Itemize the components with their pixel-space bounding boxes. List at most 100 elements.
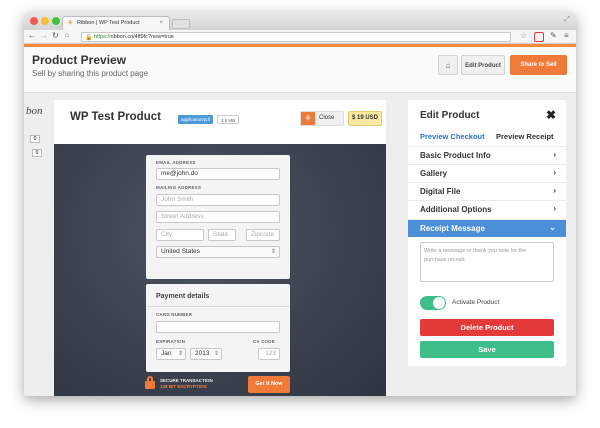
close-icon[interactable]: ✖ <box>546 108 556 122</box>
street-field[interactable]: Street Address <box>156 211 280 223</box>
edit-product-button[interactable]: Edit Product <box>461 55 505 75</box>
toggle-knob <box>433 297 445 309</box>
chevron-right-icon: › <box>553 186 556 195</box>
contact-form: EMAIL ADDRESS me@john.do MAILING ADDRESS… <box>146 155 290 279</box>
secure-line1: SECURE TRANSACTION <box>160 378 213 383</box>
city-field[interactable]: City <box>156 229 204 241</box>
sidebar-item-label: Gallery <box>420 169 448 178</box>
sidebar-item-label: Additional Options <box>420 205 492 214</box>
card-number-label: CARD NUMBER <box>156 312 193 317</box>
page-subtitle: Sell by sharing this product page <box>32 69 149 78</box>
tab-close-icon[interactable]: × <box>159 20 163 26</box>
lock-icon: 🔒 <box>85 35 93 41</box>
country-select[interactable]: United States ⇕ <box>156 246 280 258</box>
share-to-sell-button[interactable]: Share to Sell <box>510 55 567 75</box>
product-title: WP Test Product <box>70 111 161 123</box>
receipt-message-input[interactable]: Write a message or thank you note for th… <box>420 242 554 282</box>
close-product-button[interactable]: ⚘ Close <box>300 111 344 126</box>
cvc-field[interactable]: 123 <box>258 348 280 360</box>
tab-title: Ribbon | WP Test Product <box>77 20 140 26</box>
product-preview-card: WP Test Product application/pdf 3.5 MB ⚘… <box>54 100 386 396</box>
exp-month-select[interactable]: Jan ⇕ <box>156 348 186 360</box>
save-button[interactable]: Save <box>420 341 554 358</box>
get-it-now-button[interactable]: Get It Now <box>248 376 290 393</box>
home-icon: ⌂ <box>445 61 451 70</box>
chevron-down-icon: ⌄ <box>549 223 556 232</box>
left-panel: bon 0 0 <box>24 93 54 396</box>
state-field[interactable]: State <box>208 229 236 241</box>
select-arrows-icon: ⇕ <box>270 249 276 255</box>
url-path: ribbon.co/4ff9fc?new=true <box>110 34 174 40</box>
file-size-badge: 3.5 MB <box>217 115 240 124</box>
price-tag: $ 19 USD <box>348 111 382 126</box>
forward-icon[interactable]: → <box>40 31 48 40</box>
activate-product-label: Activate Product <box>452 299 500 306</box>
exp-month-value: Jan <box>161 350 172 357</box>
count-badge: 0 <box>30 135 40 143</box>
sidebar-item-label: Digital File <box>420 187 461 196</box>
padlock-icon <box>145 376 155 389</box>
sidebar-item-label: Receipt Message <box>420 224 485 233</box>
card-number-field[interactable] <box>156 321 280 333</box>
menu-icon[interactable]: ≡ <box>564 31 569 40</box>
extension-icon[interactable] <box>534 32 544 42</box>
close-window-button[interactable] <box>30 17 38 25</box>
file-type-badge: application/pdf <box>178 115 214 124</box>
home-button[interactable]: ⌂ <box>438 55 458 75</box>
new-tab-button[interactable] <box>172 19 190 29</box>
minimize-window-button[interactable] <box>41 17 49 25</box>
home-nav-icon[interactable]: ⌂ <box>65 32 69 39</box>
fullscreen-icon[interactable]: ⤢ <box>564 16 570 24</box>
exp-year-value: 2013 <box>195 350 210 357</box>
product-header: WP Test Product application/pdf 3.5 MB ⚘… <box>54 100 386 144</box>
secure-transaction-text: SECURE TRANSACTION 128 BIT ENCRYPTION <box>160 378 213 389</box>
name-field[interactable]: John Smith <box>156 194 280 206</box>
preview-receipt-link[interactable]: Preview Receipt <box>496 132 554 141</box>
email-field[interactable]: me@john.do <box>156 168 280 180</box>
count-badge: 0 <box>32 149 42 157</box>
expiration-label: EXPIRATION <box>156 339 186 344</box>
sidebar-item-basic-info[interactable]: Basic Product Info › <box>408 146 566 164</box>
delete-product-button[interactable]: Delete Product <box>420 319 554 336</box>
url-scheme: https:// <box>94 34 111 40</box>
back-icon[interactable]: ← <box>28 31 36 40</box>
mailing-label: MAILING ADDRESS <box>156 185 202 190</box>
sidebar-item-digital-file[interactable]: Digital File › <box>408 182 566 200</box>
bookmark-star-icon[interactable]: ☆ <box>520 31 527 40</box>
cvc-label: CV CODE <box>253 339 275 344</box>
checkout-preview: EMAIL ADDRESS me@john.do MAILING ADDRESS… <box>54 144 386 396</box>
activate-product-toggle[interactable] <box>420 296 446 310</box>
sidebar-item-additional-options[interactable]: Additional Options › <box>408 200 566 218</box>
main-content: bon 0 0 WP Test Product application/pdf … <box>24 93 576 396</box>
secure-line2: 128 BIT ENCRYPTION <box>160 384 207 389</box>
panel-title: Edit Product <box>420 110 480 121</box>
preview-checkout-link[interactable]: Preview Checkout <box>420 132 485 141</box>
email-label: EMAIL ADDRESS <box>156 160 196 165</box>
ribbon-icon: ⚘ <box>301 112 315 125</box>
browser-tab[interactable]: ⚘ Ribbon | WP Test Product × <box>62 16 170 30</box>
select-arrows-icon: ⇕ <box>177 351 183 357</box>
edit-product-panel: Edit Product ✖ Preview Checkout Preview … <box>408 100 566 366</box>
address-bar: ← → ↻ ⌂ 🔒 https://ribbon.co/4ff9fc?new=t… <box>24 30 576 44</box>
sidebar-item-receipt-message[interactable]: Receipt Message ⌄ <box>408 219 566 237</box>
wrench-icon[interactable]: ✎ <box>550 31 557 40</box>
page-title: Product Preview <box>32 53 127 67</box>
close-label: Close <box>319 115 335 121</box>
browser-window: ⚘ Ribbon | WP Test Product × ⤢ ← → ↻ ⌂ 🔒… <box>24 12 576 396</box>
country-value: United States <box>161 248 201 255</box>
tab-favicon-icon: ⚘ <box>67 20 74 27</box>
chevron-right-icon: › <box>553 168 556 177</box>
title-bar: ⚘ Ribbon | WP Test Product × ⤢ <box>24 12 576 30</box>
select-arrows-icon: ⇕ <box>213 351 219 357</box>
url-field[interactable]: 🔒 https://ribbon.co/4ff9fc?new=true <box>81 32 511 42</box>
zipcode-field[interactable]: Zipcode <box>246 229 280 241</box>
chevron-right-icon: › <box>553 150 556 159</box>
payment-form: Payment details CARD NUMBER EXPIRATION C… <box>146 284 290 372</box>
chevron-right-icon: › <box>553 204 556 213</box>
logo-fragment: bon <box>26 105 43 117</box>
exp-year-select[interactable]: 2013 ⇕ <box>190 348 222 360</box>
page-header: Product Preview Sell by sharing this pro… <box>24 47 576 93</box>
sidebar-item-gallery[interactable]: Gallery › <box>408 164 566 182</box>
maximize-window-button[interactable] <box>52 17 60 25</box>
reload-icon[interactable]: ↻ <box>52 31 59 40</box>
